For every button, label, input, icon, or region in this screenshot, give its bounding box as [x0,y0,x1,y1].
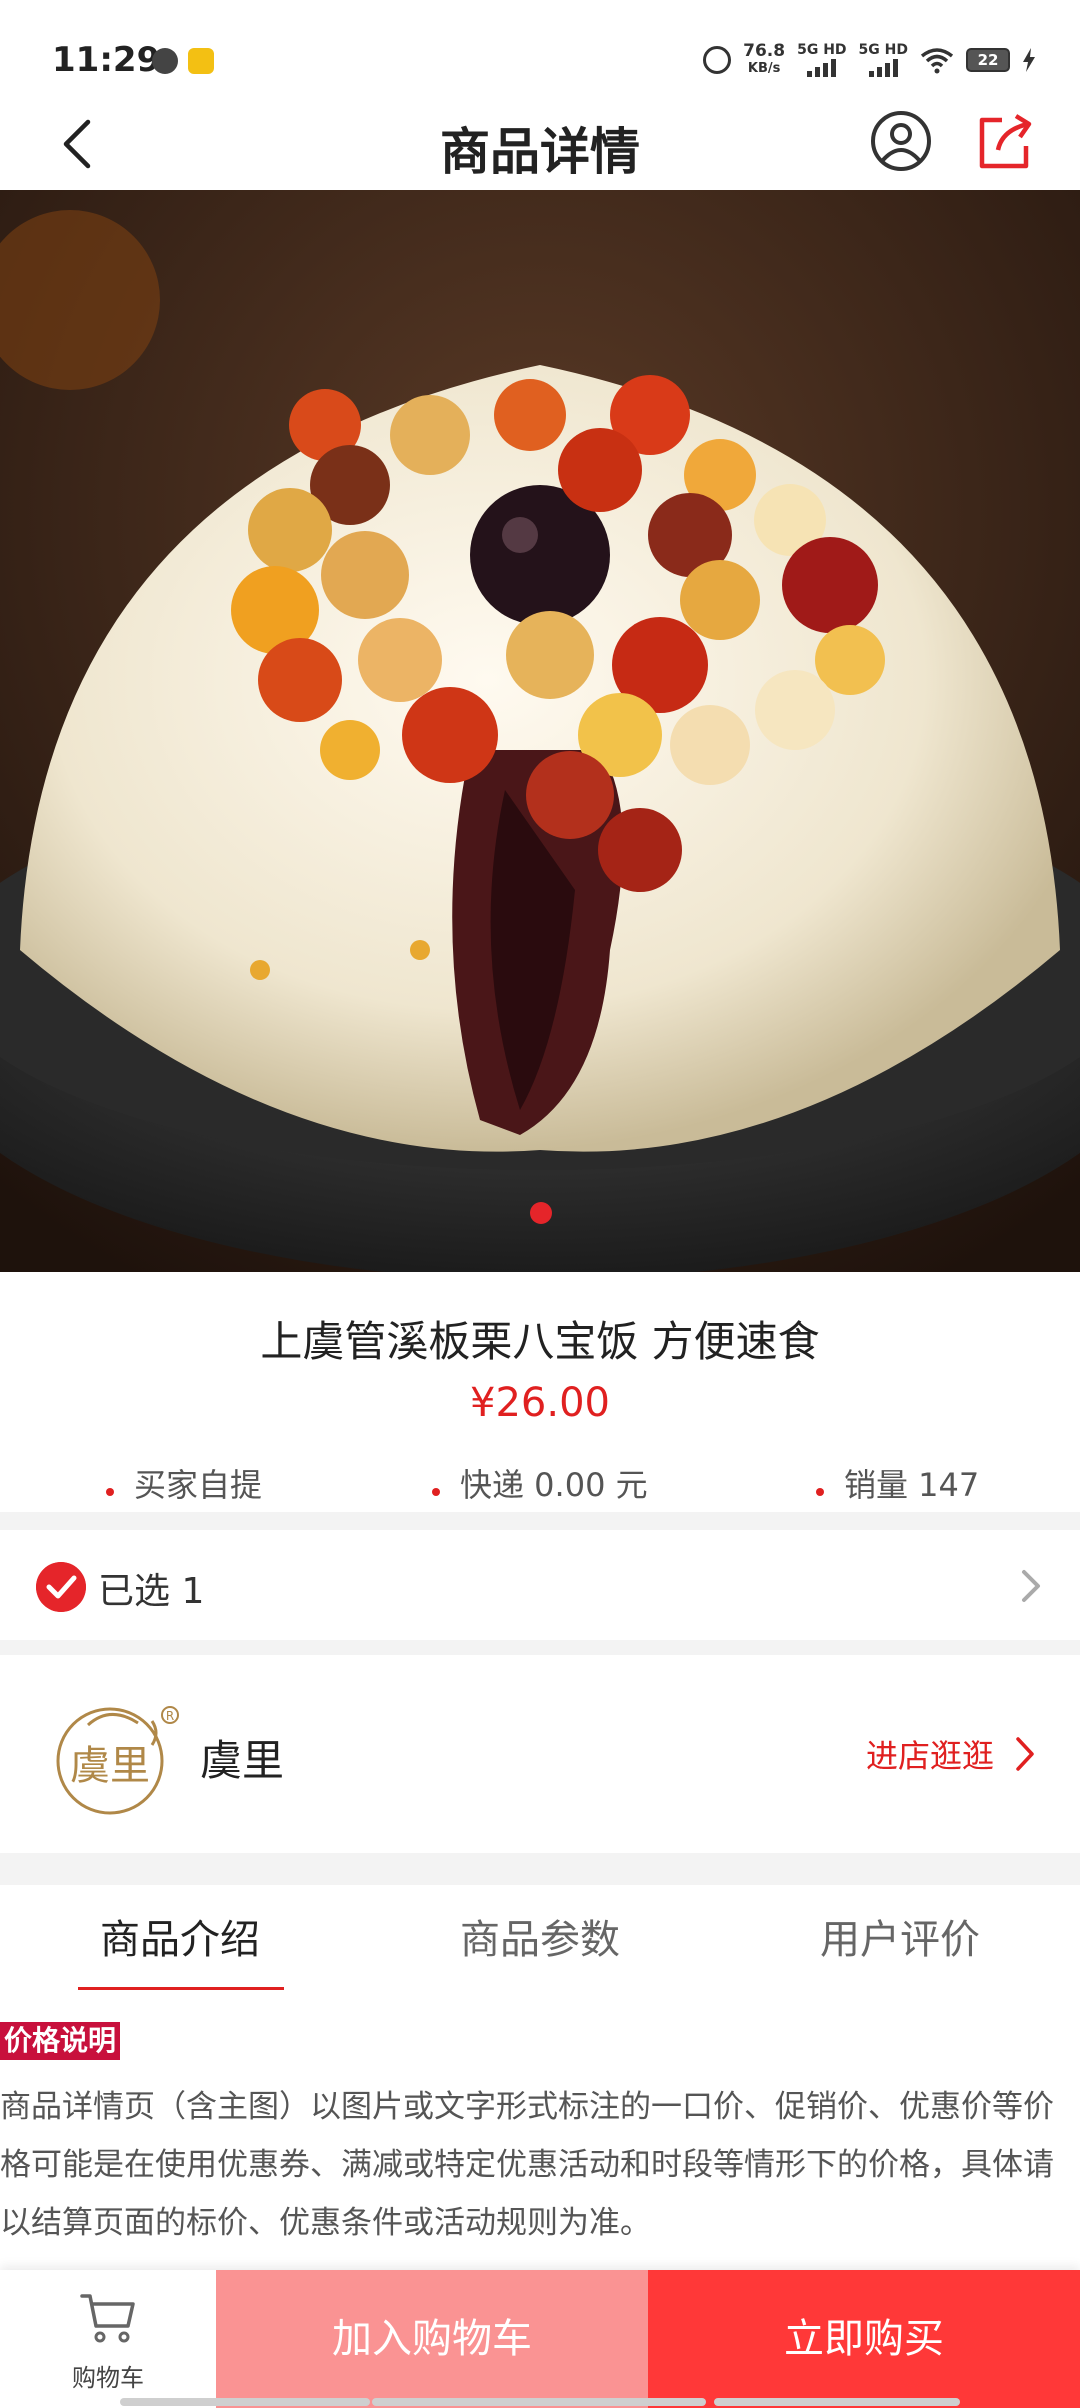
product-photo [0,190,1080,1272]
cart-label: 购物车 [72,2364,144,2392]
back-arrow-icon[interactable] [50,114,110,174]
bullet-dot-icon [432,1488,440,1496]
app-notification-icon [188,48,214,74]
share-icon[interactable] [972,108,1038,174]
sim2-label: 5G HD [858,42,908,58]
product-title: 上虞管溪板栗八宝饭 方便速食 [260,1317,820,1366]
status-time: 11:29 [52,40,161,80]
bullet-dot-icon [816,1488,824,1496]
buy-now-button[interactable]: 立即购买 [648,2270,1080,2408]
price-note-text: 商品详情页（含主图）以图片或文字形式标注的一口价、促销价、优惠价等价格可能是在使… [0,2089,1054,2241]
add-to-cart-button[interactable]: 加入购物车 [216,2270,648,2408]
cart-button[interactable]: 购物车 [0,2270,216,2408]
shopping-cart-icon [80,2294,135,2343]
svg-text:R: R [166,1709,174,1723]
store-name: 虞里 [200,1736,285,1785]
status-indicators: 76.8 KB/s 5G HD 5G HD 22 [703,40,1036,80]
status-bar: 11:29 76.8 KB/s 5G HD 5G HD 22 [0,0,1080,100]
sim1-label: 5G HD [797,42,847,58]
globe-icon [152,48,178,74]
selected-spec-row[interactable]: 已选 1 [0,1530,1080,1640]
store-logo[interactable]: R 虞里 [52,1695,182,1819]
tab-product-intro[interactable]: 商品介绍 [0,1907,360,1965]
charging-icon [1023,48,1035,72]
enter-store-label: 进店逛逛 [865,1737,994,1775]
chevron-right-icon [1022,1570,1040,1602]
price-note-badge: 价格说明 [0,2022,121,2060]
tab-user-reviews[interactable]: 用户评价 [720,1907,1080,1965]
check-icon [36,1562,86,1612]
carousel-dot-active[interactable] [530,1202,552,1224]
active-tab-indicator [78,1987,284,1990]
section-divider [0,1512,1080,1530]
network-speed-value: 76.8 [743,41,786,61]
meta-shipping-text: 快递 0.00 元 [460,1466,648,1504]
signal-icon: 5G HD [859,43,908,77]
battery-icon: 22 [966,48,1010,72]
bottom-action-bar: 购物车 加入购物车 立即购买 [0,2270,1080,2408]
product-price: ¥26.00 [470,1380,610,1426]
store-logo-text: 虞里 [70,1743,150,1789]
wifi-icon [920,48,954,74]
bullet-dot-icon [106,1488,114,1496]
home-indicator [714,2398,960,2406]
home-indicator [372,2398,706,2406]
store-row[interactable]: R 虞里 虞里 进店逛逛 [0,1655,1080,1853]
app-header: 商品详情 [0,100,1080,190]
meta-sales-text: 销量 147 [844,1466,980,1504]
meta-pickup-text: 买家自提 [134,1466,263,1504]
detail-tabs: 商品介绍 商品参数 用户评价 [0,1885,1080,1995]
tab-product-params[interactable]: 商品参数 [360,1907,720,1965]
section-divider [0,1640,1080,1655]
selected-spec-text: 已选 1 [98,1571,205,1612]
store-logo-mark: R 虞里 [56,1706,179,1815]
product-image-carousel[interactable] [0,190,1080,1272]
enter-store-button[interactable]: 进店逛逛 [866,1731,1038,1777]
home-indicator [120,2398,370,2406]
network-speed: 76.8 KB/s [743,43,785,77]
section-divider [0,1853,1080,1885]
chevron-right-icon [1016,1737,1034,1771]
user-icon[interactable] [868,108,934,174]
network-speed-unit: KB/s [747,61,781,76]
signal-icon: 5G HD [797,42,847,77]
alarm-icon [703,46,732,74]
